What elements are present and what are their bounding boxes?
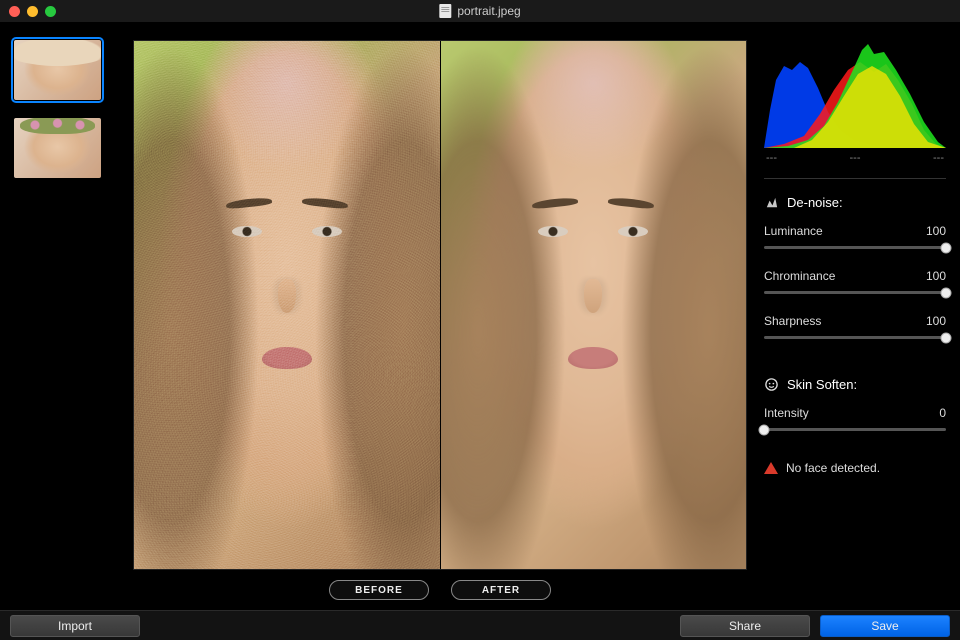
bottom-toolbar: Import Share Save bbox=[0, 610, 960, 640]
thumbnail-sidebar bbox=[0, 22, 130, 610]
sharpness-slider[interactable] bbox=[764, 336, 946, 339]
sharpness-slider-block: Sharpness 100 bbox=[764, 314, 946, 339]
thumbnail-item[interactable] bbox=[14, 40, 101, 100]
after-button[interactable]: AFTER bbox=[451, 580, 551, 600]
chrominance-label: Chrominance bbox=[764, 269, 835, 283]
import-button[interactable]: Import bbox=[10, 615, 140, 637]
luminance-slider-block: Luminance 100 bbox=[764, 224, 946, 249]
chrominance-slider[interactable] bbox=[764, 291, 946, 294]
zoom-window-button[interactable] bbox=[45, 6, 56, 17]
document-icon bbox=[439, 4, 451, 18]
before-pane[interactable] bbox=[134, 41, 440, 569]
denoise-section-header: De-noise: bbox=[764, 195, 946, 210]
skin-title: Skin Soften: bbox=[787, 377, 857, 392]
histogram-shadow-value: --- bbox=[766, 152, 777, 164]
histogram-mid-value: --- bbox=[850, 152, 861, 164]
before-button[interactable]: BEFORE bbox=[329, 580, 429, 600]
denoise-icon bbox=[764, 195, 779, 210]
canvas-area: BEFORE AFTER bbox=[130, 22, 750, 610]
thumbnail-item[interactable] bbox=[14, 118, 101, 178]
intensity-slider[interactable] bbox=[764, 428, 946, 431]
warning-icon bbox=[764, 462, 778, 474]
titlebar: portrait.jpeg bbox=[0, 0, 960, 22]
luminance-label: Luminance bbox=[764, 224, 823, 238]
chrominance-value: 100 bbox=[926, 269, 946, 283]
thumbnail-preview bbox=[14, 40, 101, 100]
skin-section-header: Skin Soften: bbox=[764, 377, 946, 392]
intensity-value: 0 bbox=[939, 406, 946, 420]
thumbnail-preview bbox=[14, 118, 101, 178]
histogram[interactable] bbox=[764, 40, 946, 148]
controls-panel: --- --- --- De-noise: Luminance 100 bbox=[750, 22, 960, 610]
chrominance-slider-block: Chrominance 100 bbox=[764, 269, 946, 294]
compare-view bbox=[133, 40, 747, 570]
intensity-label: Intensity bbox=[764, 406, 809, 420]
face-warning: No face detected. bbox=[764, 461, 946, 475]
luminance-slider[interactable] bbox=[764, 246, 946, 249]
histogram-labels: --- --- --- bbox=[764, 148, 946, 164]
intensity-slider-block: Intensity 0 bbox=[764, 406, 946, 431]
warning-text: No face detected. bbox=[786, 461, 880, 475]
denoise-title: De-noise: bbox=[787, 195, 843, 210]
minimize-window-button[interactable] bbox=[27, 6, 38, 17]
save-button[interactable]: Save bbox=[820, 615, 950, 637]
after-pane[interactable] bbox=[440, 41, 747, 569]
face-icon bbox=[764, 377, 779, 392]
sharpness-label: Sharpness bbox=[764, 314, 821, 328]
window-controls bbox=[0, 6, 56, 17]
filename-label: portrait.jpeg bbox=[457, 4, 520, 18]
close-window-button[interactable] bbox=[9, 6, 20, 17]
histogram-highlight-value: --- bbox=[933, 152, 944, 164]
share-button[interactable]: Share bbox=[680, 615, 810, 637]
luminance-value: 100 bbox=[926, 224, 946, 238]
sharpness-value: 100 bbox=[926, 314, 946, 328]
window-title: portrait.jpeg bbox=[439, 4, 520, 18]
